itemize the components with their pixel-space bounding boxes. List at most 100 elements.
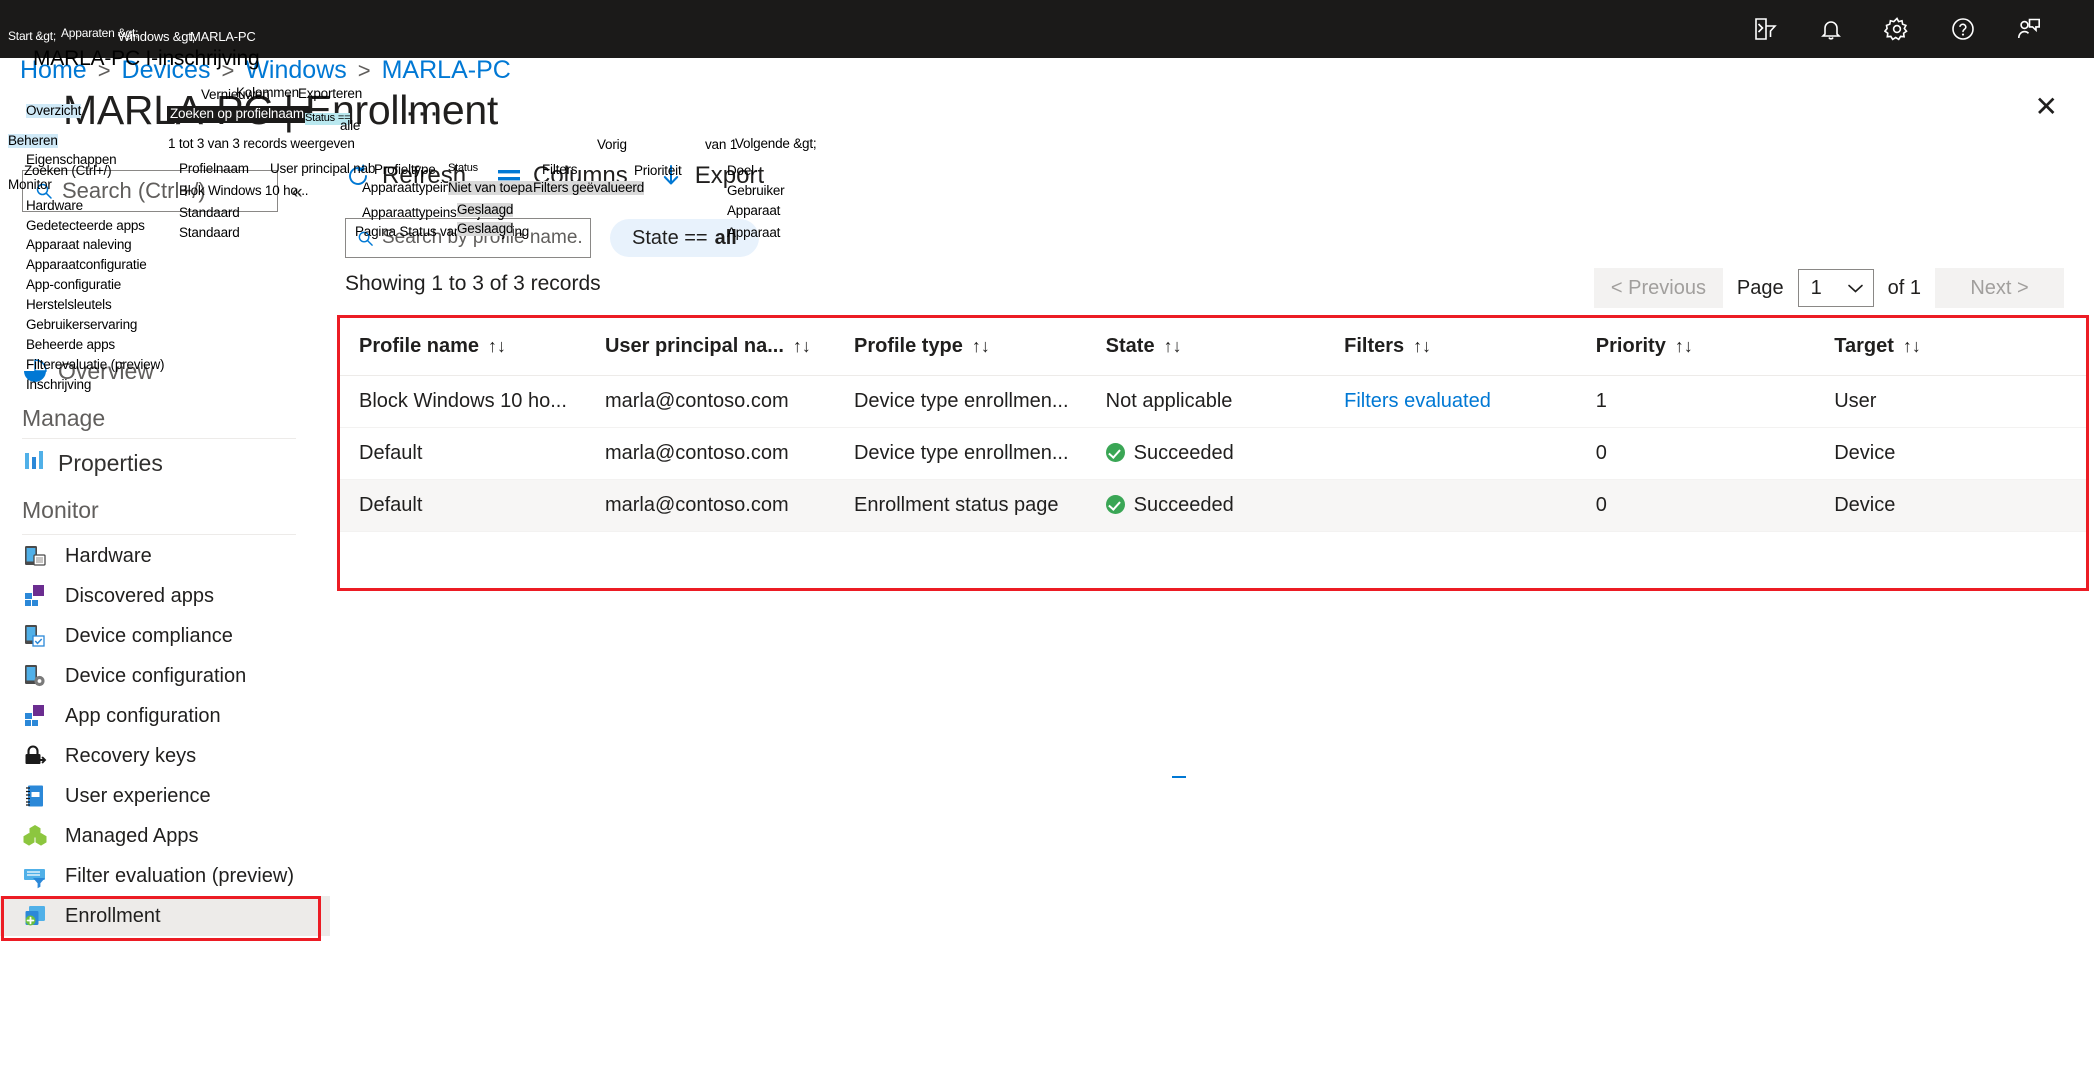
sidebar-item-app-configuration[interactable]: App configuration: [0, 696, 330, 736]
sidebar-item-properties[interactable]: Properties: [58, 450, 163, 477]
sidebar-item-enrollment[interactable]: Enrollment: [0, 896, 330, 936]
state-text: Not applicable: [1105, 390, 1233, 412]
anno-managed-apps: Beheerde apps: [26, 337, 115, 352]
sort-toggle-icon[interactable]: ↑↓: [793, 336, 811, 356]
column-header-filters[interactable]: Filters ↑↓: [1344, 318, 1596, 376]
cell-state: Succeeded: [1105, 479, 1345, 532]
cell-profile-name: Block Windows 10 ho...: [340, 375, 605, 428]
sidebar-item-list: Hardware Discovered apps Device complian…: [0, 536, 330, 941]
sidebar-item-label: App configuration: [65, 704, 221, 727]
footer-divider: [1172, 776, 1186, 778]
column-header-target[interactable]: Target ↑↓: [1834, 318, 2086, 376]
sidebar-section-manage: Manage: [22, 405, 106, 431]
sidebar-item-label: Device configuration: [65, 664, 247, 687]
sidebar-item-recovery-keys[interactable]: Recovery keys: [0, 736, 330, 776]
cell-filters: [1344, 479, 1596, 532]
device-hardware-icon: [25, 546, 46, 566]
table-header-row: Profile name ↑↓ User principal na... ↑↓ Pr…: [340, 318, 2086, 376]
anno-col-state: Status: [448, 162, 478, 174]
close-icon[interactable]: ✕: [2035, 93, 2058, 121]
sort-toggle-icon[interactable]: ↑↓: [1164, 336, 1182, 356]
chevron-down-icon: [1847, 284, 1863, 293]
sort-toggle-icon[interactable]: ↑↓: [488, 336, 506, 356]
sort-toggle-icon[interactable]: ↑↓: [1675, 336, 1693, 356]
sidebar-item-label: Discovered apps: [65, 584, 214, 607]
cell-profile-type: Device type enrollmen...: [853, 375, 1106, 428]
anno-columns: Kolommen: [236, 85, 299, 100]
device-gear-icon: [25, 665, 45, 687]
sidebar-item-filter-evaluation[interactable]: Filter evaluation (preview): [0, 856, 330, 896]
sidebar-item-managed-apps[interactable]: Managed Apps: [0, 816, 330, 856]
anno-col-user: Gebruiker: [727, 183, 785, 198]
previous-page-button[interactable]: < Previous: [1593, 268, 1723, 308]
sort-toggle-icon[interactable]: ↑↓: [972, 336, 990, 356]
column-header-profile-type[interactable]: Profile type ↑↓: [853, 318, 1106, 376]
column-header-priority[interactable]: Priority ↑↓: [1595, 318, 1835, 376]
page-number-value: 1: [1810, 276, 1822, 299]
sidebar-item-device-configuration[interactable]: Device configuration: [0, 656, 330, 696]
sort-toggle-icon[interactable]: ↑↓: [1413, 336, 1431, 356]
column-label: Profile name: [359, 335, 480, 357]
column-header-user-principal-name[interactable]: User principal na... ↑↓: [604, 318, 854, 376]
next-page-button[interactable]: Next >: [1935, 268, 2064, 308]
breadcrumb-item-windows[interactable]: Windows: [245, 56, 346, 85]
anno-row3-target: Apparaat: [727, 225, 781, 240]
sort-toggle-icon[interactable]: ↑↓: [1903, 336, 1921, 356]
column-header-state[interactable]: State ↑↓: [1105, 318, 1345, 376]
column-label: Target: [1834, 335, 1894, 357]
more-actions-button[interactable]: ···: [405, 96, 441, 130]
state-filter-key: State ==: [632, 226, 708, 249]
cubes-icon: [23, 825, 47, 846]
table-row[interactable]: Block Windows 10 ho... marla@contoso.com…: [340, 375, 2086, 428]
anno-breadcrumb-windows: Windows &gt;: [118, 29, 196, 44]
cell-filters: [1344, 427, 1596, 480]
anno-device-configuration: Apparaatconfiguratie: [26, 257, 147, 272]
cell-filters-link[interactable]: Filters evaluated: [1344, 375, 1596, 428]
filter-list-icon: [24, 869, 45, 889]
page-label: Page: [1736, 276, 1784, 299]
table-row[interactable]: Default marla@contoso.com Enrollment sta…: [340, 479, 2086, 532]
cloud-shell-icon[interactable]: [1750, 14, 1780, 44]
cell-user-principal-name: marla@contoso.com: [604, 479, 854, 532]
anno-col-profile-type: Profieltype: [374, 162, 436, 177]
column-label: Priority: [1595, 335, 1666, 357]
sidebar-item-hardware[interactable]: Hardware: [0, 536, 330, 576]
page-number-select[interactable]: 1: [1797, 269, 1874, 307]
anno-breadcrumb-start: Start &gt;: [8, 29, 57, 43]
device-add-icon: [25, 906, 45, 926]
cell-priority: 0: [1595, 479, 1835, 532]
feedback-person-icon[interactable]: [2014, 14, 2044, 44]
cell-state: Succeeded: [1105, 427, 1345, 480]
sidebar-item-discovered-apps[interactable]: Discovered apps: [0, 576, 330, 616]
notifications-bell-icon[interactable]: [1816, 14, 1846, 44]
sidebar-item-enrollment-wrapper: Enrollment: [0, 896, 330, 941]
cell-profile-type: Device type enrollmen...: [853, 427, 1106, 480]
page-total-label: of 1: [1887, 276, 1921, 299]
cell-profile-name: Default: [340, 427, 605, 480]
settings-gear-icon[interactable]: [1882, 14, 1912, 44]
anno-recovery-keys: Herstelsleutels: [26, 297, 112, 312]
anno-device-compliance: Apparaat naleving: [26, 237, 132, 252]
device-check-icon: [25, 625, 45, 647]
anno-filter-evaluation: Filterevaluatie (preview): [26, 357, 165, 372]
sidebar-item-device-compliance[interactable]: Device compliance: [0, 616, 330, 656]
cell-user-principal-name: marla@contoso.com: [604, 375, 854, 428]
anno-col-profile-name: Profielnaam: [179, 161, 249, 176]
breadcrumb-item-marla-pc[interactable]: MARLA-PC: [382, 56, 511, 85]
sidebar-item-user-experience[interactable]: User experience: [0, 776, 330, 816]
sidebar-item-label: Recovery keys: [65, 744, 197, 767]
table-row[interactable]: Default marla@contoso.com Device type en…: [340, 427, 2086, 480]
lock-key-icon: [25, 745, 47, 764]
apps-grid-icon: [25, 585, 44, 606]
anno-of: van 1: [705, 137, 738, 152]
help-question-icon[interactable]: [1948, 14, 1978, 44]
anno-row2-target: Apparaat: [727, 203, 781, 218]
sidebar-item-label: User experience: [65, 784, 211, 807]
sidebar-item-label: Filter evaluation (preview): [65, 864, 294, 887]
column-header-profile-name[interactable]: Profile name ↑↓: [340, 318, 605, 376]
cell-target: Device: [1834, 427, 2086, 480]
sidebar-divider: [22, 438, 296, 439]
sidebar-section-monitor: Monitor: [22, 497, 99, 523]
anno-next: Volgende &gt;: [735, 136, 817, 151]
anno-export: Exporteren: [298, 86, 363, 101]
